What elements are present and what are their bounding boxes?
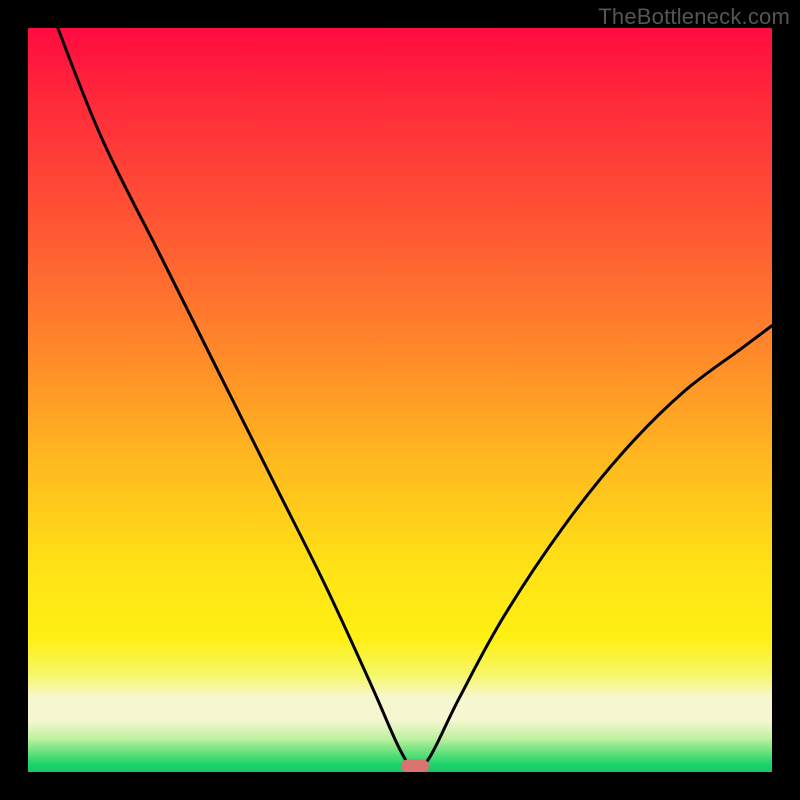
watermark-text: TheBottleneck.com xyxy=(598,4,790,30)
curve-path xyxy=(58,28,772,769)
plot-area xyxy=(28,28,772,772)
optimal-marker xyxy=(401,760,429,772)
bottleneck-curve xyxy=(28,28,772,772)
chart-frame: TheBottleneck.com xyxy=(0,0,800,800)
